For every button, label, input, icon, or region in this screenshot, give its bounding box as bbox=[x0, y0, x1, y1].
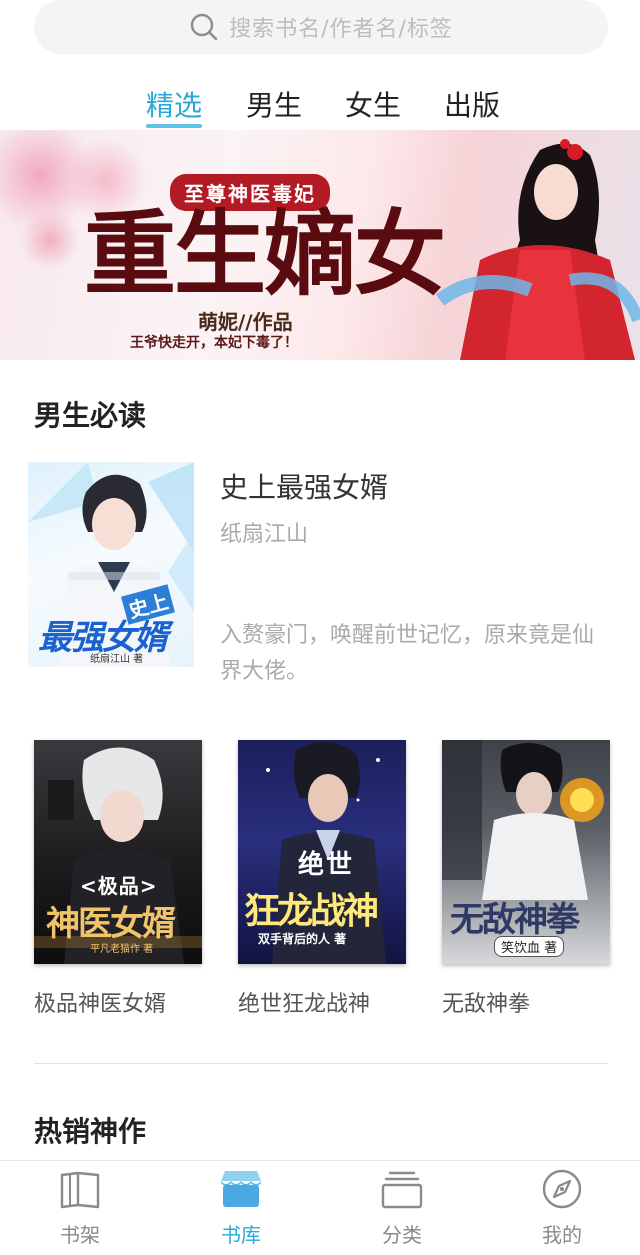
tab-featured[interactable]: 精选 bbox=[146, 84, 202, 124]
section-title-male: 男生必读 bbox=[34, 399, 147, 432]
book-card[interactable]: <极品> 神医女婿 平凡老猫作 著 极品神医女婿 bbox=[34, 740, 202, 1018]
cover-author: 笑饮血 著 bbox=[494, 936, 565, 957]
tab-active-indicator bbox=[146, 124, 202, 128]
featured-book-author: 纸扇江山 bbox=[220, 522, 309, 547]
book-card[interactable]: 无敌神拳 笑饮血 著 无敌神拳 bbox=[442, 740, 610, 1018]
search-icon bbox=[190, 13, 218, 41]
blossom-decoration bbox=[20, 210, 80, 270]
bottom-nav: 书架 书库 分类 我的 bbox=[0, 1160, 640, 1255]
book-cover: 绝世 狂龙战神 双手背后的人 著 bbox=[238, 740, 406, 964]
section-title-hot: 热销神作 bbox=[34, 1115, 147, 1148]
search-placeholder: 搜索书名/作者名/标签 bbox=[229, 17, 453, 42]
nav-item-mine[interactable]: 我的 bbox=[502, 1161, 622, 1255]
cover-small-title: <极品> bbox=[80, 874, 158, 898]
promo-banner[interactable]: 至尊神医毒妃 重生嫡女 萌妮//作品 王爷快走开，本妃下毒了！ bbox=[0, 130, 640, 360]
book-cover: 无敌神拳 笑饮血 著 bbox=[442, 740, 610, 964]
category-tabs: 精选 男生 女生 出版 bbox=[0, 84, 640, 128]
featured-book-desc: 入赘豪门，唤醒前世记忆，原来竟是仙界大佬。 bbox=[220, 623, 595, 684]
search-bar[interactable]: 搜索书名/作者名/标签 bbox=[34, 0, 608, 54]
featured-book-title[interactable]: 史上最强女婿 bbox=[220, 466, 388, 506]
book-title[interactable]: 绝世狂龙战神 bbox=[238, 986, 406, 1018]
tab-male[interactable]: 男生 bbox=[246, 84, 302, 124]
nav-item-category[interactable]: 分类 bbox=[342, 1161, 462, 1255]
cover-small-title: 绝世 bbox=[298, 850, 355, 880]
cover-author: 平凡老猫作 著 bbox=[90, 944, 154, 955]
cover-title: 神医女婿 bbox=[46, 904, 176, 944]
banner-title: 重生嫡女 bbox=[84, 200, 446, 308]
tab-publish[interactable]: 出版 bbox=[444, 84, 500, 124]
nav-label-category: 分类 bbox=[382, 1223, 422, 1247]
banner-tagline: 王爷快走开，本妃下毒了！ bbox=[130, 335, 298, 351]
cover-title: 狂龙战神 bbox=[244, 891, 379, 932]
nav-item-library[interactable]: 书库 bbox=[181, 1161, 301, 1255]
featured-book-cover[interactable]: 史上 最强女婿 纸扇江山 著 bbox=[28, 462, 194, 667]
section-divider bbox=[34, 1063, 608, 1064]
nav-label-bookshelf: 书架 bbox=[60, 1223, 100, 1247]
book-title[interactable]: 无敌神拳 bbox=[442, 986, 610, 1018]
banner-author: 萌妮//作品 bbox=[198, 310, 293, 334]
cover-author: 双手背后的人 著 bbox=[258, 932, 347, 946]
book-title[interactable]: 极品神医女婿 bbox=[34, 986, 202, 1018]
book-open-icon bbox=[60, 1171, 100, 1209]
tab-female[interactable]: 女生 bbox=[345, 84, 401, 124]
nav-label-library: 书库 bbox=[221, 1223, 261, 1247]
compass-icon bbox=[542, 1169, 582, 1209]
cover-author: 纸扇江山 著 bbox=[90, 654, 144, 665]
folder-stack-icon bbox=[381, 1171, 423, 1209]
nav-label-mine: 我的 bbox=[542, 1223, 582, 1247]
book-card[interactable]: 绝世 狂龙战神 双手背后的人 著 绝世狂龙战神 bbox=[238, 740, 406, 1018]
cover-title: 无敌神拳 bbox=[450, 900, 580, 940]
nav-item-bookshelf[interactable]: 书架 bbox=[20, 1161, 140, 1255]
banner-character-illustration bbox=[435, 139, 640, 360]
store-icon bbox=[221, 1171, 261, 1207]
book-cover: <极品> 神医女婿 平凡老猫作 著 bbox=[34, 740, 202, 964]
